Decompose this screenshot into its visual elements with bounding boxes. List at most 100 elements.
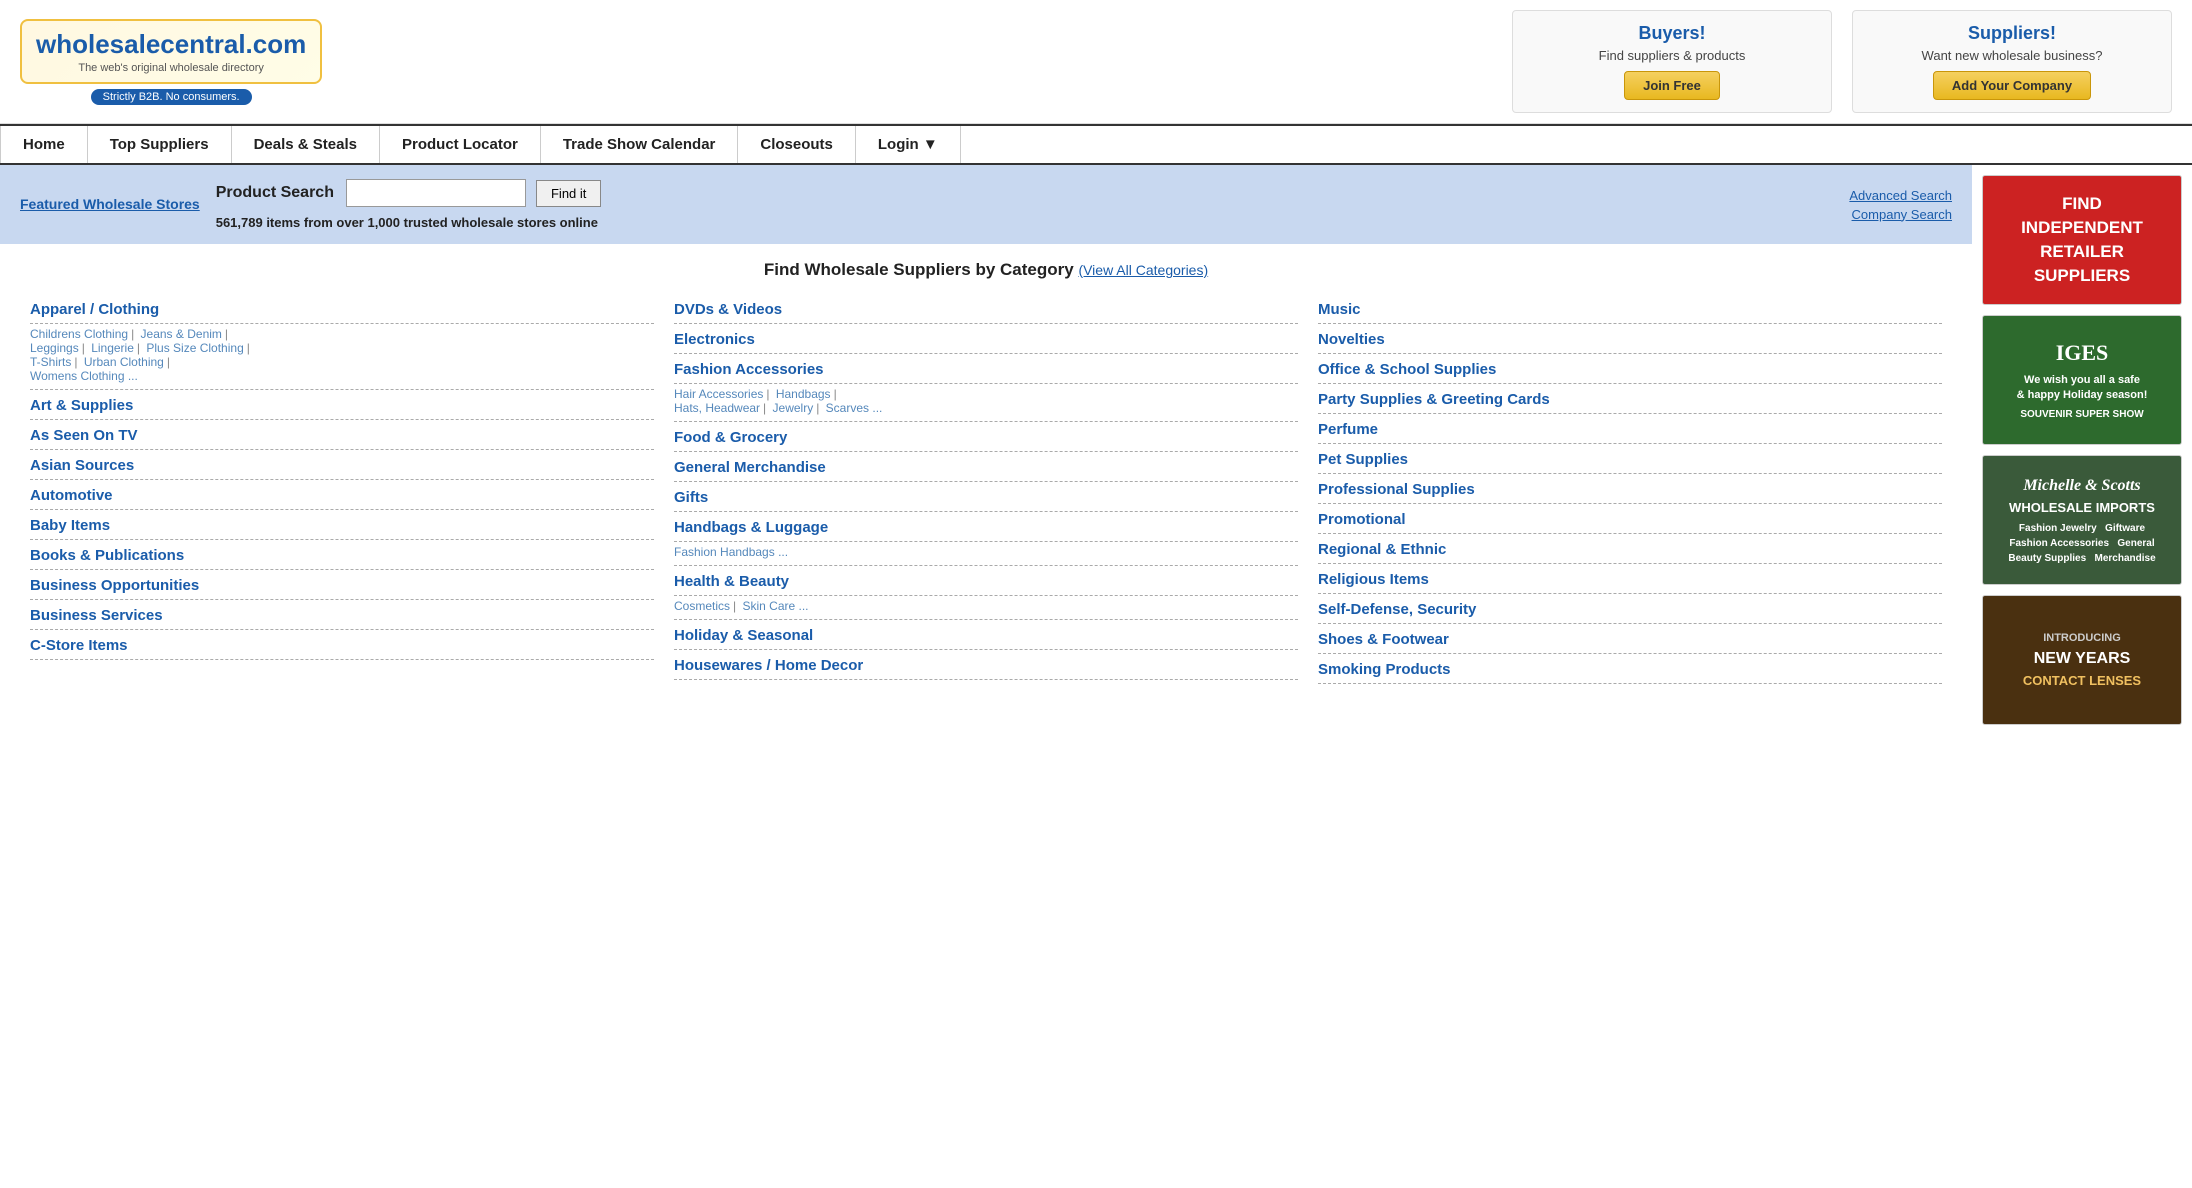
logo-badge: Strictly B2B. No consumers.	[91, 89, 252, 105]
join-free-button[interactable]: Join Free	[1624, 71, 1720, 100]
cat-apparel-clothing[interactable]: Apparel / Clothing	[30, 294, 654, 324]
cat-as-seen-on-tv[interactable]: As Seen On TV	[30, 420, 654, 450]
logo-area: wholesalecentral.com The web's original …	[20, 19, 322, 105]
cat-holiday-seasonal[interactable]: Holiday & Seasonal	[674, 620, 1298, 650]
ad-michelle-scotts[interactable]: Michelle & Scotts WHOLESALE IMPORTS Fash…	[1982, 455, 2182, 585]
cat-books-publications[interactable]: Books & Publications	[30, 540, 654, 570]
cat-self-defense-security[interactable]: Self-Defense, Security	[1318, 594, 1942, 624]
cat-business-opportunities[interactable]: Business Opportunities	[30, 570, 654, 600]
logo-text[interactable]: wholesalecentral.com	[36, 29, 306, 60]
cat-professional-supplies[interactable]: Professional Supplies	[1318, 474, 1942, 504]
logo-tagline: The web's original wholesale directory	[78, 62, 264, 74]
search-count: 561,789 items from over 1,000 trusted wh…	[216, 215, 602, 230]
cat-perfume[interactable]: Perfume	[1318, 414, 1942, 444]
cat-electronics[interactable]: Electronics	[674, 324, 1298, 354]
cat-business-services[interactable]: Business Services	[30, 600, 654, 630]
cat-asian-sources[interactable]: Asian Sources	[30, 450, 654, 480]
view-all-categories-link[interactable]: (View All Categories)	[1078, 262, 1208, 278]
logo-box: wholesalecentral.com The web's original …	[20, 19, 322, 84]
cat-pet-supplies[interactable]: Pet Supplies	[1318, 444, 1942, 474]
category-column-3: Music Novelties Office & School Supplies…	[1308, 294, 1952, 684]
add-company-button[interactable]: Add Your Company	[1933, 71, 2091, 100]
buyers-subtitle: Find suppliers & products	[1533, 48, 1811, 63]
ad-michelle-products: Fashion Jewelry GiftwareFashion Accessor…	[2008, 521, 2155, 566]
ad-iges-text: We wish you all a safe& happy Holiday se…	[2017, 373, 2148, 404]
cat-urban-clothing[interactable]: Urban Clothing	[84, 355, 164, 369]
buyers-title: Buyers!	[1533, 23, 1811, 44]
nav-deals-steals[interactable]: Deals & Steals	[232, 126, 380, 163]
categories-title-text: Find Wholesale Suppliers by Category	[764, 260, 1074, 279]
cat-scarves[interactable]: Scarves ...	[826, 401, 883, 415]
featured-wholesale-stores-link[interactable]: Featured Wholesale Stores	[20, 194, 200, 215]
company-search-link[interactable]: Company Search	[1849, 207, 1952, 222]
cat-fashion-accessories[interactable]: Fashion Accessories	[674, 354, 1298, 384]
ad-iges-logo: IGES	[2056, 338, 2109, 369]
logo-tld: .com	[246, 29, 307, 59]
ad-iges[interactable]: IGES We wish you all a safe& happy Holid…	[1982, 315, 2182, 445]
cat-baby-items[interactable]: Baby Items	[30, 510, 654, 540]
cat-handbags-luggage-subs: Fashion Handbags ...	[674, 542, 1298, 566]
ad-independent-retailer[interactable]: FINDINDEPENDENTRETAILERSUPPLIERS	[1982, 175, 2182, 305]
cat-tshirts[interactable]: T-Shirts	[30, 355, 71, 369]
site-header: wholesalecentral.com The web's original …	[0, 0, 2192, 124]
nav-top-suppliers[interactable]: Top Suppliers	[88, 126, 232, 163]
nav-product-locator[interactable]: Product Locator	[380, 126, 541, 163]
search-input[interactable]	[346, 179, 526, 207]
cat-smoking-products[interactable]: Smoking Products	[1318, 654, 1942, 684]
categories-title: Find Wholesale Suppliers by Category (Vi…	[20, 260, 1952, 280]
content-area: Featured Wholesale Stores Product Search…	[0, 165, 1972, 735]
ad-contact-new-years: NEW YEARS	[2034, 647, 2131, 671]
cat-office-school-supplies[interactable]: Office & School Supplies	[1318, 354, 1942, 384]
suppliers-title: Suppliers!	[1873, 23, 2151, 44]
featured-link: Featured Wholesale Stores	[20, 194, 200, 215]
cat-lingerie[interactable]: Lingerie	[91, 341, 134, 355]
cat-shoes-footwear[interactable]: Shoes & Footwear	[1318, 624, 1942, 654]
ad-michelle-name: Michelle & Scotts	[2023, 474, 2140, 498]
cat-promotional[interactable]: Promotional	[1318, 504, 1942, 534]
cat-gifts[interactable]: Gifts	[674, 482, 1298, 512]
cat-novelties[interactable]: Novelties	[1318, 324, 1942, 354]
cat-dvds-videos[interactable]: DVDs & Videos	[674, 294, 1298, 324]
cat-music[interactable]: Music	[1318, 294, 1942, 324]
suppliers-subtitle: Want new wholesale business?	[1873, 48, 2151, 63]
cat-party-supplies-greeting-cards[interactable]: Party Supplies & Greeting Cards	[1318, 384, 1942, 414]
advanced-search-link[interactable]: Advanced Search	[1849, 188, 1952, 203]
ad-contact-lenses[interactable]: INTRODUCING NEW YEARS CONTACT LENSES	[1982, 595, 2182, 725]
main-content: Featured Wholesale Stores Product Search…	[0, 165, 2192, 735]
cat-handbags-luggage[interactable]: Handbags & Luggage	[674, 512, 1298, 542]
cat-general-merchandise[interactable]: General Merchandise	[674, 452, 1298, 482]
nav-closeouts[interactable]: Closeouts	[738, 126, 856, 163]
cat-jewelry[interactable]: Jewelry	[773, 401, 814, 415]
cat-hair-accessories[interactable]: Hair Accessories	[674, 387, 763, 401]
cat-housewares-home-decor[interactable]: Housewares / Home Decor	[674, 650, 1298, 680]
sidebar-ads: FINDINDEPENDENTRETAILERSUPPLIERS IGES We…	[1972, 165, 2192, 735]
cat-handbags[interactable]: Handbags	[776, 387, 831, 401]
cat-religious-items[interactable]: Religious Items	[1318, 564, 1942, 594]
cat-food-grocery[interactable]: Food & Grocery	[674, 422, 1298, 452]
nav-trade-show[interactable]: Trade Show Calendar	[541, 126, 739, 163]
category-column-2: DVDs & Videos Electronics Fashion Access…	[664, 294, 1308, 684]
search-section: Product Search Find it 561,789 items fro…	[216, 179, 602, 230]
cat-leggings[interactable]: Leggings	[30, 341, 79, 355]
cat-childrens-clothing[interactable]: Childrens Clothing	[30, 327, 128, 341]
search-row: Product Search Find it	[216, 179, 602, 207]
cat-jeans-denim[interactable]: Jeans & Denim	[141, 327, 222, 341]
ad-iges-show: SOUVENIR SUPER SHOW	[2020, 408, 2143, 422]
search-label: Product Search	[216, 184, 334, 202]
cat-automotive[interactable]: Automotive	[30, 480, 654, 510]
cat-plus-size[interactable]: Plus Size Clothing	[146, 341, 243, 355]
cat-art-supplies[interactable]: Art & Supplies	[30, 390, 654, 420]
cat-cstore-items[interactable]: C-Store Items	[30, 630, 654, 660]
cat-regional-ethnic[interactable]: Regional & Ethnic	[1318, 534, 1942, 564]
cat-health-beauty[interactable]: Health & Beauty	[674, 566, 1298, 596]
cat-skin-care[interactable]: Skin Care ...	[742, 599, 808, 613]
nav-login[interactable]: Login ▼	[856, 126, 961, 163]
cat-hats-headwear[interactable]: Hats, Headwear	[674, 401, 760, 415]
cat-cosmetics[interactable]: Cosmetics	[674, 599, 730, 613]
cat-womens-clothing[interactable]: Womens Clothing ...	[30, 369, 138, 383]
categories-section: Find Wholesale Suppliers by Category (Vi…	[0, 244, 1972, 700]
search-links: Advanced Search Company Search	[1849, 188, 1952, 222]
cat-fashion-handbags[interactable]: Fashion Handbags ...	[674, 545, 788, 559]
nav-home[interactable]: Home	[0, 126, 88, 163]
find-button[interactable]: Find it	[536, 180, 601, 207]
